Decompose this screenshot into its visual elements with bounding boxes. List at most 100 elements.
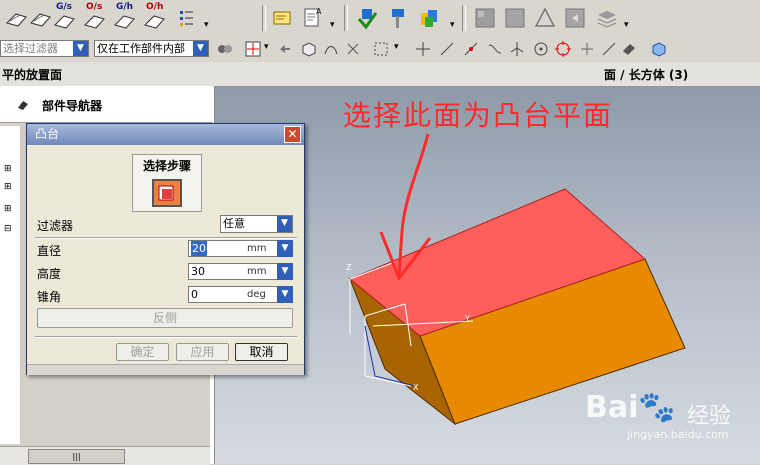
move-layer-icon[interactable] (562, 5, 588, 31)
axis-y-label: Y (464, 314, 470, 323)
placement-face-icon (158, 185, 174, 201)
view-layer-icon[interactable] (502, 5, 528, 31)
navigator-icon (18, 101, 28, 110)
color-palette-icon[interactable] (416, 5, 442, 31)
taper-angle-value: 0 (191, 288, 198, 301)
taper-angle-input[interactable]: 0 deg ▼ (188, 286, 293, 303)
dropdown-arrow-icon[interactable]: ▾ (450, 20, 455, 30)
dropdown-arrow-icon[interactable]: ▾ (330, 20, 335, 30)
curve-oh-label: O/h (146, 2, 164, 12)
boss-dialog: 凸台 ✕ 选择步骤 过滤器 任意 ▼ 直径 20 mm ▼ 高度 30 mm ▼… (26, 123, 305, 375)
assembly-icon[interactable] (216, 40, 234, 58)
selection-step-label: 选择步骤 (142, 159, 191, 173)
point-on-curve-icon[interactable] (600, 40, 618, 58)
dialog-title: 凸台 (27, 124, 304, 145)
curve-rule-icon[interactable] (322, 40, 340, 58)
collapse-icon[interactable]: ⊟ (4, 224, 12, 234)
watermark-brand2: 经验 (687, 404, 732, 429)
selection-toolbar: 选择过滤器 ▼ 仅在工作部件内部 ▼ ▾ ▾ (0, 36, 760, 63)
note-edit-icon[interactable] (270, 5, 296, 31)
midpoint-icon[interactable] (462, 40, 480, 58)
expression-menu-icon[interactable]: ▼ (277, 286, 293, 303)
selection-scope-combo[interactable]: 仅在工作部件内部 ▼ (94, 40, 209, 57)
diameter-label: 直径 (37, 244, 62, 258)
expression-menu-icon[interactable]: ▼ (277, 240, 293, 257)
watermark-brand-text: Bai (585, 390, 639, 425)
annotation-text: 选择此面为凸台平面 (343, 99, 614, 132)
intersection-icon[interactable] (508, 40, 526, 58)
expand-icon[interactable]: ⊞ (4, 164, 12, 174)
dropdown-arrow-icon[interactable]: ▾ (624, 20, 629, 30)
selection-step-group: 选择步骤 (132, 154, 202, 212)
horizontal-scrollbar[interactable]: ||| (0, 446, 210, 465)
rectangle-select-icon[interactable] (372, 40, 390, 58)
axis-x-label: X (413, 383, 419, 392)
undo-arrow-icon[interactable] (276, 40, 294, 58)
cube-select-icon[interactable] (300, 40, 318, 58)
dropdown-arrow-icon[interactable]: ▾ (264, 42, 269, 52)
scrollbar-thumb[interactable]: ||| (28, 449, 125, 464)
axis-z-label: Z (346, 263, 352, 272)
cancel-button[interactable]: 取消 (235, 343, 288, 361)
chevron-down-icon[interactable]: ▼ (73, 41, 88, 56)
filter-combo[interactable]: 任意 ▼ (220, 215, 293, 233)
reverse-side-button[interactable]: 反侧 (37, 308, 293, 328)
arc-center-icon[interactable] (532, 40, 550, 58)
move-cross-icon[interactable] (414, 40, 432, 58)
watermark-url: jingyan.baidu.com (627, 428, 729, 441)
curve-o-icon[interactable]: O/s (82, 2, 108, 31)
apply-button[interactable]: 应用 (176, 343, 229, 361)
curve-o-label: O/s (86, 2, 103, 12)
svg-text:A: A (316, 7, 322, 16)
navigator-header: 部件导航器 (0, 86, 212, 123)
top-toolbar: G/s O/s G/h O/h ▾ A ▾ ▾ ▾ (0, 0, 760, 37)
curve-gh-icon[interactable]: G/h (112, 2, 138, 31)
selection-filter-value: 选择过滤器 (3, 42, 58, 55)
close-icon[interactable]: ✕ (284, 126, 301, 143)
dropdown-arrow-icon[interactable]: ▾ (204, 20, 209, 30)
height-input[interactable]: 30 mm ▼ (188, 263, 293, 280)
chevron-down-icon[interactable]: ▼ (193, 41, 208, 56)
sketch-icon[interactable] (4, 5, 30, 31)
navigator-title: 部件导航器 (42, 99, 103, 113)
height-label: 高度 (37, 267, 62, 281)
hammer-tool-icon[interactable] (384, 5, 410, 31)
status-bar: 平的放置面 面 / 长方体 (3) (0, 62, 760, 87)
control-point-icon[interactable] (486, 40, 504, 58)
triangle-icon[interactable] (532, 5, 558, 31)
sketch-icon[interactable] (28, 5, 54, 31)
selection-filter-combo[interactable]: 选择过滤器 ▼ (0, 40, 89, 57)
feature-rule-icon[interactable] (344, 40, 362, 58)
layer-settings-icon[interactable] (472, 5, 498, 31)
expression-menu-icon[interactable]: ▼ (277, 263, 293, 280)
divider (35, 237, 297, 239)
chevron-down-icon[interactable]: ▼ (277, 216, 292, 232)
text-annotation-icon[interactable]: A (300, 5, 326, 31)
layer-stack-icon[interactable] (594, 5, 620, 31)
divider (35, 336, 297, 338)
orient-view-icon[interactable] (650, 40, 668, 58)
format-list-icon[interactable] (176, 5, 202, 31)
selection-status-text: 面 / 长方体 (3) (604, 68, 689, 82)
expand-icon[interactable]: ⊞ (4, 182, 12, 192)
placement-face-step-button[interactable] (152, 179, 182, 207)
diameter-value: 20 (191, 241, 207, 256)
curve-g-icon[interactable]: G/s (52, 2, 78, 31)
ok-button[interactable]: 确定 (116, 343, 169, 361)
quadrant-icon[interactable] (554, 40, 572, 58)
expand-icon[interactable]: ⊞ (4, 204, 12, 214)
diameter-input[interactable]: 20 mm ▼ (188, 240, 293, 257)
existing-point-icon[interactable] (578, 40, 596, 58)
snap-point-icon[interactable] (244, 40, 262, 58)
height-unit: mm (247, 266, 267, 277)
selection-scope-value: 仅在工作部件内部 (97, 42, 185, 55)
endpoint-icon[interactable] (438, 40, 456, 58)
dropdown-arrow-icon[interactable]: ▾ (394, 42, 399, 52)
filter-value: 任意 (223, 217, 245, 230)
filter-label: 过滤器 (37, 219, 74, 233)
check-body-icon[interactable] (354, 5, 380, 31)
height-value: 30 (191, 265, 205, 278)
curve-g-label: G/s (56, 2, 73, 12)
point-on-face-icon[interactable] (620, 40, 638, 58)
curve-oh-icon[interactable]: O/h (142, 2, 168, 31)
